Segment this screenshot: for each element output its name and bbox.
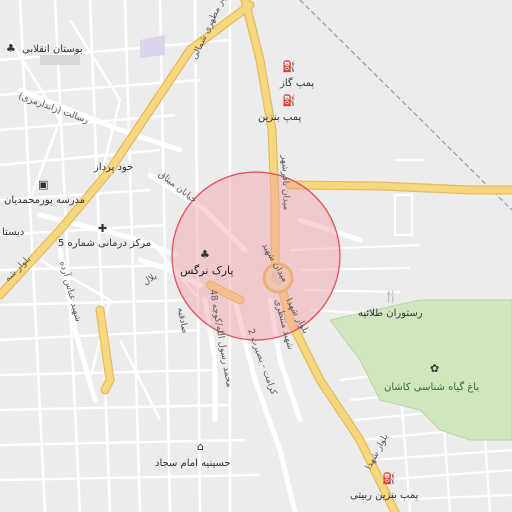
poi-dabestan[interactable]: دبستا (2, 227, 24, 238)
poi-label: حسینیه امام سجاد (155, 458, 231, 469)
poi-label: پمپ بنزین (258, 112, 301, 123)
poi-khod-pardaz[interactable]: خود پرداز (93, 162, 133, 173)
poi-label: بوستان انقلابی (22, 44, 83, 55)
park-area-bostan (40, 55, 80, 65)
poi-label: پمپ بنزین ربیتی (350, 490, 419, 501)
poi-label: خود پرداز (93, 162, 133, 173)
medical-cross-icon: ✚ (98, 222, 107, 235)
poi-label: باغ گیاه شناسی کاشان (384, 381, 479, 393)
school-icon: ▣ (38, 178, 48, 191)
poi-label: مدرسه پورمحمدیان (4, 195, 85, 206)
fuel-pump-icon: ⛽ (282, 94, 296, 107)
mosque-icon: ⌂ (197, 440, 204, 453)
tree-icon: ♣ (200, 248, 210, 261)
restaurant-icon: 🍴 (384, 290, 398, 303)
fuel-pump-icon: ⛽ (382, 472, 396, 485)
fuel-pump-icon: ⛽ (282, 60, 296, 73)
tree-icon: ♣ (6, 42, 16, 55)
poi-label: مرکز درمانی شماره 5 (58, 238, 151, 249)
flower-icon: ✿ (430, 362, 439, 375)
street-label: میدان باقرشهر (279, 154, 291, 211)
poi-label: دبستا (2, 227, 24, 238)
poi-label: پمپ گاز (279, 77, 314, 89)
poi-label: پارک نرگس (180, 264, 233, 277)
map-canvas[interactable]: بلوار مطهری شمالی رسالت (زاندارمری) خیاب… (0, 0, 512, 512)
poi-label: رستوران طلائیه (358, 308, 423, 319)
